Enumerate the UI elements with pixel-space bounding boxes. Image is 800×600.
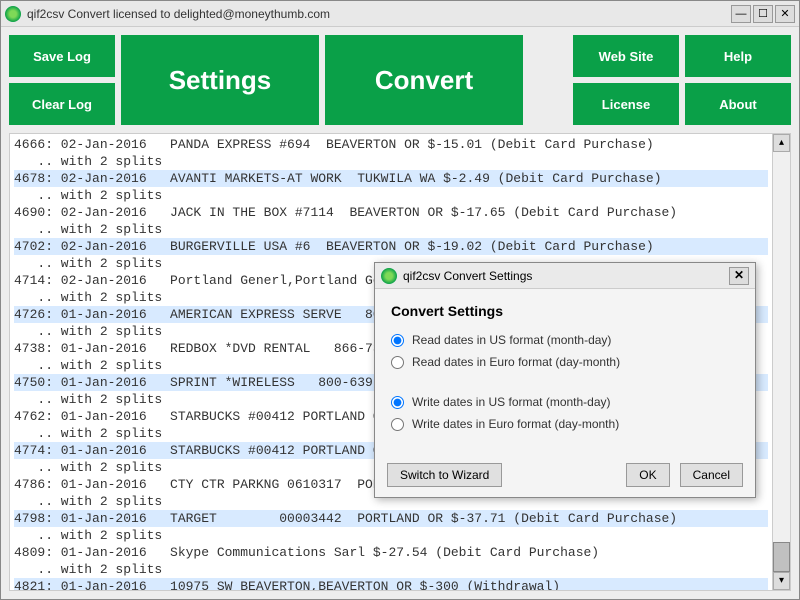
log-line[interactable]: .. with 2 splits xyxy=(14,153,768,170)
dialog-title: qif2csv Convert Settings xyxy=(403,269,729,283)
license-button[interactable]: License xyxy=(573,83,679,125)
save-log-button[interactable]: Save Log xyxy=(9,35,115,77)
web-site-button[interactable]: Web Site xyxy=(573,35,679,77)
log-line[interactable]: 4798: 01-Jan-2016 TARGET 00003442 PORTLA… xyxy=(14,510,768,527)
settings-dialog: qif2csv Convert Settings ✕ Convert Setti… xyxy=(374,262,756,498)
dialog-app-icon xyxy=(381,268,397,284)
radio-read-eu-input[interactable] xyxy=(391,356,404,369)
radio-read-us-label: Read dates in US format (month-day) xyxy=(412,333,611,347)
log-line[interactable]: 4666: 02-Jan-2016 PANDA EXPRESS #694 BEA… xyxy=(14,136,768,153)
toolbar: Save Log Clear Log Settings Convert Web … xyxy=(1,27,799,133)
dialog-close-button[interactable]: ✕ xyxy=(729,267,749,285)
radio-read-eu-label: Read dates in Euro format (day-month) xyxy=(412,355,620,369)
clear-log-button[interactable]: Clear Log xyxy=(9,83,115,125)
dialog-heading: Convert Settings xyxy=(391,303,739,319)
scroll-track[interactable] xyxy=(773,152,790,572)
log-line[interactable]: 4821: 01-Jan-2016 10975 SW BEAVERTON,BEA… xyxy=(14,578,768,590)
switch-to-wizard-button[interactable]: Switch to Wizard xyxy=(387,463,502,487)
radio-read-us-input[interactable] xyxy=(391,334,404,347)
close-button[interactable]: ✕ xyxy=(775,5,795,23)
scroll-down-icon[interactable]: ▾ xyxy=(773,572,790,590)
settings-button[interactable]: Settings xyxy=(121,35,319,125)
log-line[interactable]: .. with 2 splits xyxy=(14,527,768,544)
radio-read-us[interactable]: Read dates in US format (month-day) xyxy=(391,333,739,347)
radio-write-eu[interactable]: Write dates in Euro format (day-month) xyxy=(391,417,739,431)
maximize-button[interactable]: ☐ xyxy=(753,5,773,23)
about-button[interactable]: About xyxy=(685,83,791,125)
radio-write-us-input[interactable] xyxy=(391,396,404,409)
log-line[interactable]: 4678: 02-Jan-2016 AVANTI MARKETS-AT WORK… xyxy=(14,170,768,187)
log-line[interactable]: .. with 2 splits xyxy=(14,561,768,578)
radio-write-eu-input[interactable] xyxy=(391,418,404,431)
radio-read-eu[interactable]: Read dates in Euro format (day-month) xyxy=(391,355,739,369)
window-title: qif2csv Convert licensed to delighted@mo… xyxy=(27,7,731,21)
log-line[interactable]: 4690: 02-Jan-2016 JACK IN THE BOX #7114 … xyxy=(14,204,768,221)
log-line[interactable]: 4809: 01-Jan-2016 Skype Communications S… xyxy=(14,544,768,561)
dialog-titlebar: qif2csv Convert Settings ✕ xyxy=(375,263,755,289)
convert-button[interactable]: Convert xyxy=(325,35,523,125)
log-line[interactable]: 4702: 02-Jan-2016 BURGERVILLE USA #6 BEA… xyxy=(14,238,768,255)
ok-button[interactable]: OK xyxy=(626,463,669,487)
app-icon xyxy=(5,6,21,22)
log-line[interactable]: .. with 2 splits xyxy=(14,187,768,204)
radio-write-us-label: Write dates in US format (month-day) xyxy=(412,395,611,409)
help-button[interactable]: Help xyxy=(685,35,791,77)
scroll-thumb[interactable] xyxy=(773,542,790,572)
log-line[interactable]: .. with 2 splits xyxy=(14,221,768,238)
minimize-button[interactable]: — xyxy=(731,5,751,23)
titlebar: qif2csv Convert licensed to delighted@mo… xyxy=(1,1,799,27)
scroll-up-icon[interactable]: ▴ xyxy=(773,134,790,152)
vertical-scrollbar[interactable]: ▴ ▾ xyxy=(772,134,790,590)
radio-write-eu-label: Write dates in Euro format (day-month) xyxy=(412,417,619,431)
cancel-button[interactable]: Cancel xyxy=(680,463,743,487)
radio-write-us[interactable]: Write dates in US format (month-day) xyxy=(391,395,739,409)
